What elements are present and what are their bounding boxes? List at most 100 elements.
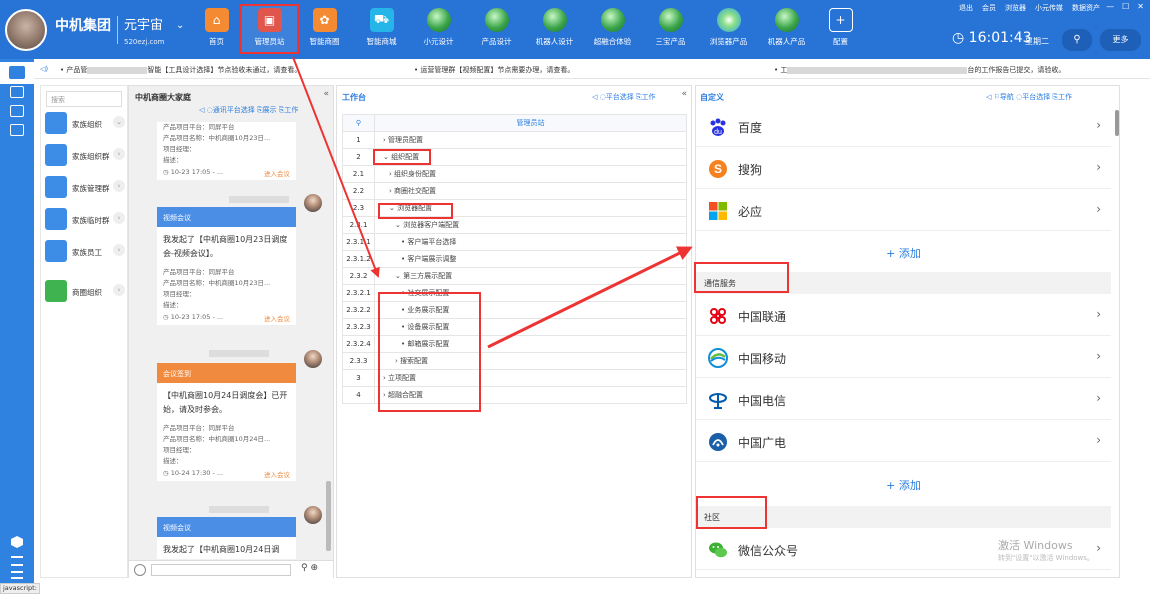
list-item[interactable]: 中国电信 ›: [696, 379, 1111, 420]
tree-row[interactable]: 2.3.3 › 搜索配置: [342, 352, 687, 370]
monitor-icon[interactable]: [10, 105, 24, 117]
emoji-icon[interactable]: [134, 564, 146, 576]
tree-row[interactable]: 2.3.1 ⌄ 浏览器客户端配置: [342, 216, 687, 234]
nav-robot-products[interactable]: 机器人产品: [759, 6, 814, 56]
list-item[interactable]: du 百度 ›: [696, 106, 1111, 147]
tree-row[interactable]: 3 › 立项配置: [342, 369, 687, 387]
chat-scrollbar[interactable]: [326, 481, 331, 551]
nav-config[interactable]: + 配置: [813, 6, 868, 56]
nav-sanbao[interactable]: 三宝产品: [643, 6, 698, 56]
ticker-item[interactable]: • 产品管 智能【工具设计选择】节点验收未通过，请查看。: [60, 65, 301, 75]
user-avatar[interactable]: [5, 9, 47, 51]
nav-robot-design[interactable]: 机器人设计: [527, 6, 582, 56]
tree-row[interactable]: 2.3.1.1 • 客户端平台选择: [342, 233, 687, 251]
user-icon: [45, 144, 67, 166]
chat-input[interactable]: [151, 564, 291, 576]
tree-row[interactable]: 1 › 管理员配置: [342, 131, 687, 149]
org-item[interactable]: 家族临时群 ›: [45, 208, 127, 234]
add-search-engine-button[interactable]: + 添加: [696, 232, 1111, 272]
nav-hyperconverged[interactable]: 超融合体验: [585, 6, 640, 56]
list-item[interactable]: S 搜狗 ›: [696, 148, 1111, 189]
maximize-icon[interactable]: ☐: [1122, 2, 1129, 11]
nav-smart-mall[interactable]: ⛟ 智能商城: [354, 6, 409, 56]
org-item[interactable]: 家族管理群 ›: [45, 176, 127, 202]
join-meeting-link[interactable]: 进入会议: [264, 313, 290, 323]
more-button[interactable]: 更多: [1100, 29, 1141, 51]
left-icon-bar: [0, 59, 34, 586]
chat-card[interactable]: 产品项目平台：同屏平台 产品项目名称：中机商圈10月23日... 项目经理： 描…: [157, 122, 296, 180]
section-community: 社区: [696, 506, 1111, 528]
ticker-item[interactable]: • 运营管理群【视频配置】节点需要办理，请查看。: [414, 65, 574, 75]
join-meeting-link[interactable]: 进入会议: [264, 168, 290, 178]
list-item[interactable]: 中国广电 ›: [696, 421, 1111, 462]
ticker-item[interactable]: • 工台的工作报告已提交，请验收。: [774, 65, 1065, 75]
briefcase-icon[interactable]: [0, 62, 34, 84]
avatar[interactable]: [304, 194, 322, 212]
chevron-right-icon: ›: [113, 244, 125, 256]
chat-toolbar[interactable]: ◁ ◌通讯平台选择 ⎘展示 ⎘工作: [199, 105, 298, 115]
list-item[interactable]: 中国联通 ›: [696, 295, 1111, 336]
search-button[interactable]: ⚲: [1062, 29, 1092, 51]
list-item[interactable]: 中国移动 ›: [696, 337, 1111, 378]
link-logout[interactable]: 退出: [959, 3, 973, 13]
chevron-down-icon[interactable]: ⌄: [176, 20, 184, 31]
org-item[interactable]: 家族组织群 ›: [45, 144, 127, 170]
add-icon[interactable]: ⊕: [310, 563, 318, 573]
collapse-icon[interactable]: «: [323, 89, 329, 99]
chat-card[interactable]: 会议签到 【中机商圈10月24日调度会】已开始，请及时参会。 产品项目平台：同屏…: [157, 363, 296, 481]
tree-row[interactable]: 2.1 › 组织身份配置: [342, 165, 687, 183]
chat-card[interactable]: 视频会议 我发起了【中机商圈10月23日调度会-视频会议】。 产品项目平台：同屏…: [157, 207, 296, 325]
join-meeting-link[interactable]: 进入会议: [264, 469, 290, 479]
org-item[interactable]: 家族组织 ⌄: [45, 112, 127, 138]
group-icon: [45, 112, 67, 134]
chat-card[interactable]: 视频会议 我发起了【中机商圈10月24日调: [157, 517, 296, 559]
search-icon[interactable]: ⚲: [301, 563, 308, 573]
avatar[interactable]: [304, 350, 322, 368]
bing-icon: [709, 202, 727, 220]
tree-row[interactable]: 2.3.2.3 • 设备展示配置: [342, 318, 687, 336]
org-search-input[interactable]: 搜索: [46, 91, 122, 107]
activation-watermark-hint: 转到"设置"以激活 Windows。: [998, 554, 1094, 562]
window-controls: — ☐ ✕: [1106, 2, 1144, 11]
list-icon[interactable]: [11, 571, 23, 579]
nav-product-design[interactable]: 产品设计: [469, 6, 524, 56]
tree-row[interactable]: 2.3.2.2 • 业务展示配置: [342, 301, 687, 319]
workbench-toolbar[interactable]: ◁ ◌平台选择 ⎘工作: [592, 92, 656, 102]
custom-scrollbar[interactable]: [1115, 110, 1119, 136]
add-telecom-button[interactable]: + 添加: [696, 464, 1111, 504]
link-data-assets[interactable]: 数据资产: [1072, 3, 1100, 13]
workspace-name[interactable]: 元宇宙: [124, 14, 163, 33]
layers-icon[interactable]: [11, 556, 23, 566]
tree-row[interactable]: 2.2 › 商圈社交配置: [342, 182, 687, 200]
status-bar: javascript:: [0, 583, 40, 594]
tree-row[interactable]: 2.3 ⌄ 浏览器配置: [342, 199, 687, 217]
nav-smart-circle[interactable]: ✿ 智能商圈: [297, 6, 352, 56]
chevron-right-icon: ›: [1096, 433, 1101, 447]
collapse-icon[interactable]: «: [681, 89, 687, 99]
link-browser[interactable]: 浏览器: [1005, 3, 1026, 13]
close-icon[interactable]: ✕: [1137, 2, 1144, 11]
nav-admin[interactable]: ▣ 管理员站: [240, 4, 299, 54]
link-media[interactable]: 小元传媒: [1035, 3, 1063, 13]
tree-row[interactable]: 2.3.2.4 • 邮箱展示配置: [342, 335, 687, 353]
tree-row[interactable]: 2.3.2 ⌄ 第三方展示配置: [342, 267, 687, 285]
avatar[interactable]: [304, 506, 322, 524]
nav-xiaoyuan-design[interactable]: 小元设计: [411, 6, 466, 56]
org-item[interactable]: 商圈组织 ›: [45, 280, 127, 306]
list-item[interactable]: 必应 ›: [696, 190, 1111, 231]
tree-row[interactable]: 2 ⌄ 组织配置: [342, 148, 687, 166]
nav-browser-products[interactable]: 浏览器产品: [701, 6, 756, 56]
link-member[interactable]: 会员: [982, 3, 996, 13]
org-item[interactable]: 家族员工 ›: [45, 240, 127, 266]
tree-row[interactable]: 4 › 超融合配置: [342, 386, 687, 404]
nav-home[interactable]: ⌂ 首页: [189, 6, 244, 56]
svg-text:du: du: [714, 129, 722, 136]
document-icon[interactable]: [10, 86, 24, 98]
tree-row[interactable]: 2.3.1.2 • 客户端展示调整: [342, 250, 687, 268]
settings-window-icon[interactable]: [10, 124, 24, 136]
search-icon[interactable]: ⚲: [342, 114, 375, 132]
minimize-icon[interactable]: —: [1106, 2, 1114, 11]
custom-toolbar[interactable]: ◁ ⚐导航 ◌平台选择 ⎘工作: [986, 92, 1072, 102]
tree-row[interactable]: 2.3.2.1 • 社交展示配置: [342, 284, 687, 302]
globe-icon: [542, 8, 567, 32]
